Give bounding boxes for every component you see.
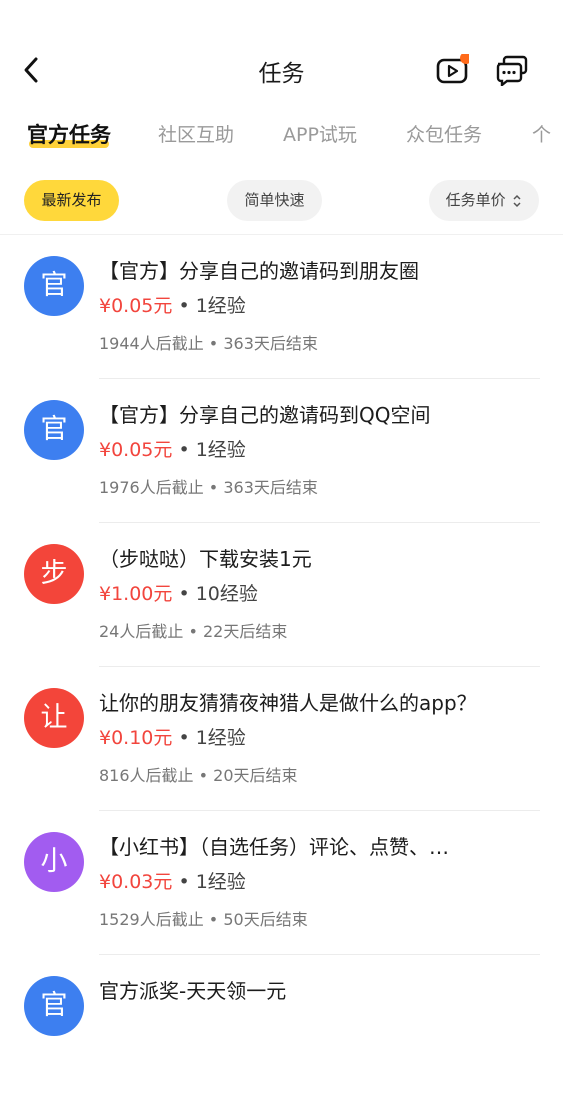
task-exp: 1经验: [195, 727, 246, 749]
page-title: 任务: [258, 61, 305, 87]
task-avatar: 官: [24, 256, 84, 316]
task-meta: 1529人后截止 • 50天后结束: [99, 910, 308, 929]
tab-app-trial[interactable]: APP试玩: [283, 118, 357, 154]
task-price: ¥1.00元: [99, 583, 173, 605]
task-tabs: 官方任务 社区互助 APP试玩 众包任务 个: [0, 118, 563, 158]
task-meta: 1976人后截止 • 363天后结束: [99, 478, 318, 497]
separator-dot: •: [178, 583, 190, 605]
task-reward: ¥0.10元 • 1经验: [99, 723, 246, 750]
separator-dot: •: [178, 727, 190, 749]
task-avatar: 小: [24, 832, 84, 892]
task-item[interactable]: 步 （步哒哒）下载安装1元 ¥1.00元 • 10经验 24人后截止 • 22天…: [0, 523, 563, 667]
message-icon[interactable]: [495, 54, 529, 86]
task-meta: 816人后截止 • 20天后结束: [99, 766, 298, 785]
separator-dot: •: [178, 871, 190, 893]
tab-crowdsource[interactable]: 众包任务: [406, 118, 482, 154]
filter-simple-button[interactable]: 简单快速: [227, 180, 322, 221]
task-price: ¥0.05元: [99, 295, 173, 317]
sort-updown-icon: [513, 194, 521, 207]
task-title: （步哒哒）下载安装1元: [99, 547, 312, 571]
task-avatar: 官: [24, 400, 84, 460]
task-meta: 1944人后截止 • 363天后结束: [99, 334, 318, 353]
task-meta: 24人后截止 • 22天后结束: [99, 622, 288, 641]
task-exp: 1经验: [195, 295, 246, 317]
task-exp: 1经验: [195, 871, 246, 893]
task-title: 【小红书】（自选任务）评论、点赞、…: [99, 835, 449, 859]
task-price: ¥0.10元: [99, 727, 173, 749]
task-reward: ¥1.00元 • 10经验: [99, 579, 258, 606]
task-item[interactable]: 官 官方派奖-天天领一元: [0, 955, 563, 1099]
task-exp: 10经验: [195, 583, 258, 605]
sort-label: 任务单价: [445, 191, 506, 209]
task-title: 让你的朋友猜猜夜神猎人是做什么的app？: [99, 691, 477, 715]
tab-label: 官方任务: [27, 123, 111, 147]
separator-dot: •: [178, 439, 190, 461]
task-reward: ¥0.03元 • 1经验: [99, 867, 246, 894]
task-item[interactable]: 小 【小红书】（自选任务）评论、点赞、… ¥0.03元 • 1经验 1529人后…: [0, 811, 563, 955]
tab-community[interactable]: 社区互助: [158, 118, 234, 154]
task-item[interactable]: 官 【官方】分享自己的邀请码到QQ空间 ¥0.05元 • 1经验 1976人后截…: [0, 379, 563, 523]
tab-official[interactable]: 官方任务: [27, 118, 111, 154]
task-avatar: 官: [24, 976, 84, 1036]
video-icon[interactable]: [435, 54, 469, 86]
task-title: 【官方】分享自己的邀请码到朋友圈: [99, 259, 419, 283]
notification-dot: [460, 54, 469, 64]
filter-latest-button[interactable]: 最新发布: [24, 180, 119, 221]
task-price: ¥0.03元: [99, 871, 173, 893]
task-exp: 1经验: [195, 439, 246, 461]
tab-more[interactable]: 个: [532, 118, 551, 154]
task-avatar: 让: [24, 688, 84, 748]
task-price: ¥0.05元: [99, 439, 173, 461]
task-list: 官 【官方】分享自己的邀请码到朋友圈 ¥0.05元 • 1经验 1944人后截止…: [0, 235, 563, 1099]
task-item[interactable]: 让 让你的朋友猜猜夜神猎人是做什么的app？ ¥0.10元 • 1经验 816人…: [0, 667, 563, 811]
sort-price-button[interactable]: 任务单价: [429, 180, 539, 221]
task-title: 【官方】分享自己的邀请码到QQ空间: [99, 403, 431, 427]
task-reward: ¥0.05元 • 1经验: [99, 291, 246, 318]
filter-bar: 最新发布 简单快速 任务单价: [0, 180, 563, 222]
separator-dot: •: [178, 295, 190, 317]
task-item[interactable]: 官 【官方】分享自己的邀请码到朋友圈 ¥0.05元 • 1经验 1944人后截止…: [0, 235, 563, 379]
header: 任务: [0, 0, 563, 120]
task-reward: ¥0.05元 • 1经验: [99, 435, 246, 462]
task-avatar: 步: [24, 544, 84, 604]
